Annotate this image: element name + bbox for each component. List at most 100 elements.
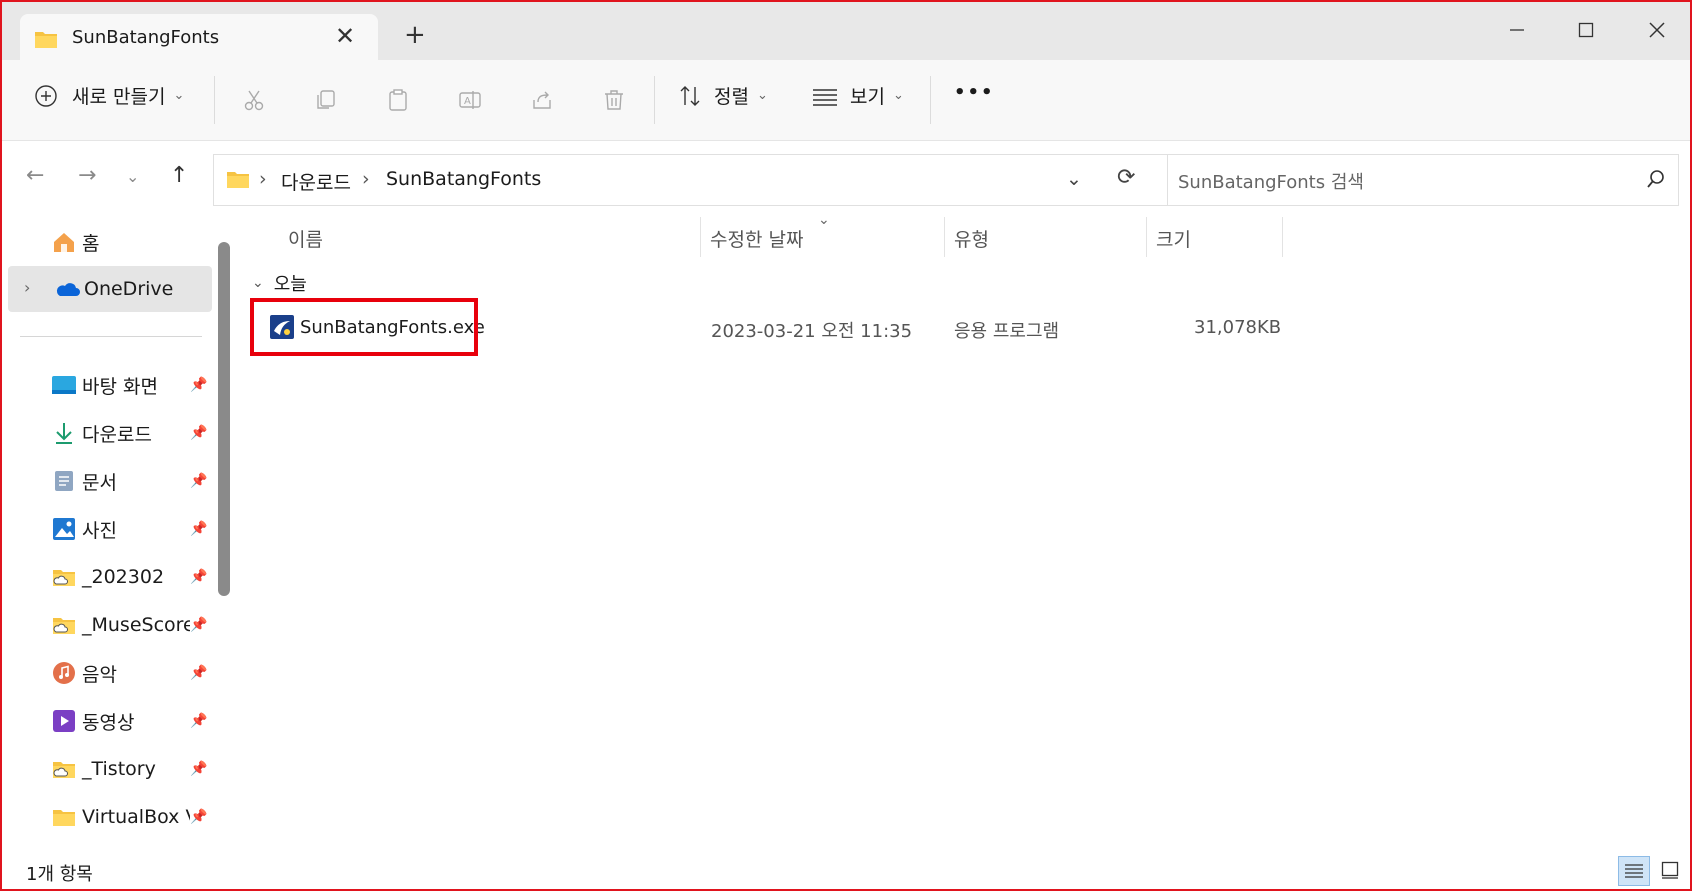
sort-chevron-icon: ⌄ — [818, 212, 830, 228]
details-view-icon — [1625, 864, 1643, 878]
sidebar-item-desktop[interactable]: 바탕 화면 — [52, 365, 158, 405]
pin-icon: 📌 — [190, 569, 208, 585]
close-window-button[interactable] — [1637, 10, 1677, 50]
chevron-right-icon[interactable]: › — [24, 278, 30, 297]
details-view-button[interactable] — [1618, 856, 1650, 886]
search-input[interactable]: SunBatangFonts 검색 — [1178, 168, 1364, 194]
view-button[interactable]: 보기 ⌄ — [812, 82, 904, 109]
new-tab-button[interactable]: + — [404, 20, 426, 50]
tiles-view-icon — [1661, 861, 1679, 879]
sidebar-item-music[interactable]: 음악 — [52, 653, 117, 693]
column-header-modified[interactable]: 수정한 날짜 — [710, 225, 803, 252]
status-bar: 1개 항목 — [2, 852, 1690, 889]
sidebar-item-downloads[interactable]: 다운로드 — [52, 413, 152, 453]
column-header-type[interactable]: 유형 — [954, 225, 989, 252]
file-modified: 2023-03-21 오전 11:35 — [711, 321, 913, 342]
chevron-down-icon: ⌄ — [892, 88, 904, 103]
column-divider[interactable] — [944, 217, 945, 257]
pin-icon: 📌 — [190, 761, 208, 777]
column-header-name[interactable]: 이름 — [288, 225, 323, 252]
pin-icon: 📌 — [190, 809, 208, 825]
desktop-icon — [52, 374, 76, 396]
sidebar-scrollbar[interactable] — [218, 242, 230, 596]
sidebar-item-documents[interactable]: 문서 — [52, 461, 117, 501]
sidebar-item-label: 음악 — [82, 663, 117, 686]
refresh-icon[interactable]: ⟳ — [1117, 165, 1135, 190]
pin-icon: 📌 — [190, 521, 208, 537]
share-button[interactable] — [528, 86, 556, 114]
group-header-today[interactable]: ⌄ 오늘 — [252, 270, 307, 296]
new-button[interactable]: 새로 만들기 ⌄ — [34, 82, 184, 109]
sidebar-item-label: 동영상 — [82, 711, 135, 734]
up-button[interactable]: ↑ — [170, 163, 188, 188]
column-divider[interactable] — [1146, 217, 1147, 257]
breadcrumb-sunbatangfonts[interactable]: SunBatangFonts — [386, 168, 541, 190]
column-divider[interactable] — [700, 217, 701, 257]
svg-text:A: A — [464, 96, 471, 107]
video-icon — [52, 710, 76, 732]
onedrive-cloud-icon — [54, 279, 80, 301]
paste-button[interactable] — [384, 86, 412, 114]
column-header-size[interactable]: 크기 — [1156, 225, 1191, 252]
search-box[interactable]: SunBatangFonts 검색 — [1167, 154, 1679, 206]
tab-sunbatangfonts[interactable]: SunBatangFonts ✕ — [20, 14, 378, 62]
chevron-down-icon: ⌄ — [173, 88, 185, 103]
copy-button[interactable] — [312, 86, 340, 114]
rename-button[interactable]: A — [456, 86, 484, 114]
command-bar: 새로 만들기 ⌄ A 정렬 ⌄ 보기 ⌄ ••• — [2, 60, 1690, 141]
rename-icon: A — [459, 91, 481, 109]
document-icon — [52, 470, 76, 492]
download-icon — [52, 422, 76, 444]
sidebar-item-tistory[interactable]: _Tistory — [52, 749, 156, 789]
tiles-view-button[interactable] — [1656, 856, 1684, 884]
sidebar-item-videos[interactable]: 동영상 — [52, 701, 134, 741]
file-size: 31,078KB — [1194, 317, 1282, 338]
sidebar-item-label: 다운로드 — [82, 423, 152, 446]
pin-icon: 📌 — [190, 377, 208, 393]
pin-icon: 📌 — [190, 425, 208, 441]
more-options-button[interactable]: ••• — [954, 82, 995, 103]
address-history-chevron-icon[interactable]: ⌄ — [1066, 168, 1082, 190]
sidebar-item-onedrive[interactable]: › OneDrive — [8, 266, 212, 312]
cut-button[interactable] — [240, 86, 268, 114]
sidebar-item-label: 바탕 화면 — [82, 375, 158, 398]
sidebar-item-label: _202302 — [82, 566, 165, 588]
forward-button[interactable]: → — [78, 163, 96, 188]
view-list-icon — [813, 88, 837, 106]
sidebar-item-virtualbox[interactable]: VirtualBox VMs — [52, 797, 190, 837]
sidebar-item-label: OneDrive — [84, 278, 174, 300]
trash-icon — [605, 90, 623, 110]
close-icon — [1649, 22, 1665, 38]
maximize-button[interactable] — [1566, 10, 1606, 50]
sidebar-item-label: 사진 — [82, 519, 117, 542]
highlight-annotation-box — [250, 298, 478, 356]
toolbar-divider — [654, 76, 655, 124]
recent-locations-button[interactable]: ⌄ — [126, 167, 139, 186]
new-button-label: 새로 만들기 — [72, 86, 166, 108]
folder-icon — [34, 29, 58, 53]
column-divider[interactable] — [1282, 217, 1283, 257]
delete-button[interactable] — [600, 86, 628, 114]
sidebar-item-pictures[interactable]: 사진 — [52, 509, 117, 549]
copy-icon — [317, 90, 335, 109]
sort-button[interactable]: 정렬 ⌄ — [678, 82, 768, 109]
sidebar-item-202302[interactable]: _202302 — [52, 557, 164, 597]
search-icon[interactable] — [1646, 169, 1666, 193]
pin-icon: 📌 — [190, 617, 208, 633]
sidebar-item-home[interactable]: 홈 — [52, 222, 99, 262]
title-bar: SunBatangFonts ✕ + — [2, 2, 1690, 62]
sidebar-divider — [20, 336, 202, 337]
back-button[interactable]: ← — [26, 163, 44, 188]
sidebar-item-musescore[interactable]: _MuseScore4 — [52, 605, 190, 645]
sort-icon — [680, 85, 700, 106]
close-tab-button[interactable]: ✕ — [335, 22, 355, 50]
breadcrumb-downloads[interactable]: 다운로드 — [281, 168, 351, 195]
toolbar-divider — [930, 76, 931, 124]
folder-icon — [226, 169, 250, 193]
chevron-down-icon: ⌄ — [252, 275, 264, 291]
minimize-button[interactable] — [1497, 10, 1537, 50]
plus-circle-icon — [35, 84, 57, 107]
cloud-folder-icon — [52, 566, 76, 588]
tab-title: SunBatangFonts — [72, 27, 220, 48]
address-bar[interactable]: › 다운로드 › SunBatangFonts ⌄ ⟳ — [213, 154, 1170, 206]
